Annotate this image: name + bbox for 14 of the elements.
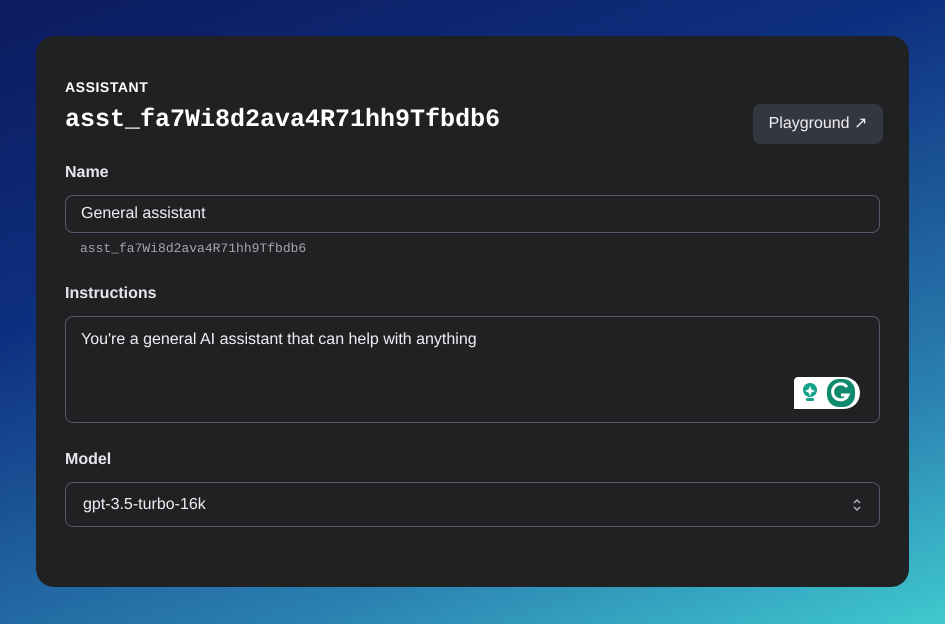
up-down-chevron-icon (852, 498, 862, 512)
selected-model: gpt-3.5-turbo-16k (83, 494, 206, 514)
assistant-id-title: asst_fa7Wi8d2ava4R71hh9Tfbdb6 (65, 105, 500, 135)
instructions-text: You're a general AI assistant that can help with anything (81, 331, 477, 348)
model-select[interactable]: gpt-3.5-turbo-16k (65, 482, 880, 527)
field-label: Instructions (65, 284, 158, 304)
field-label: Name (65, 163, 110, 183)
instructions-text-area[interactable]: You're a general AI assistant that can help with anything (65, 316, 880, 423)
name-input-field[interactable]: General assistant (65, 195, 880, 233)
section-eyebrow: ASSISTANT (65, 78, 150, 96)
field-label: Model (65, 450, 112, 470)
assistant-id-hint: asst_fa7Wi8d2ava4R71hh9Tfbdb6 (79, 241, 308, 257)
writing-helper-icon[interactable] (792, 375, 862, 411)
playground-button[interactable]: Playground ↗ (752, 104, 883, 144)
